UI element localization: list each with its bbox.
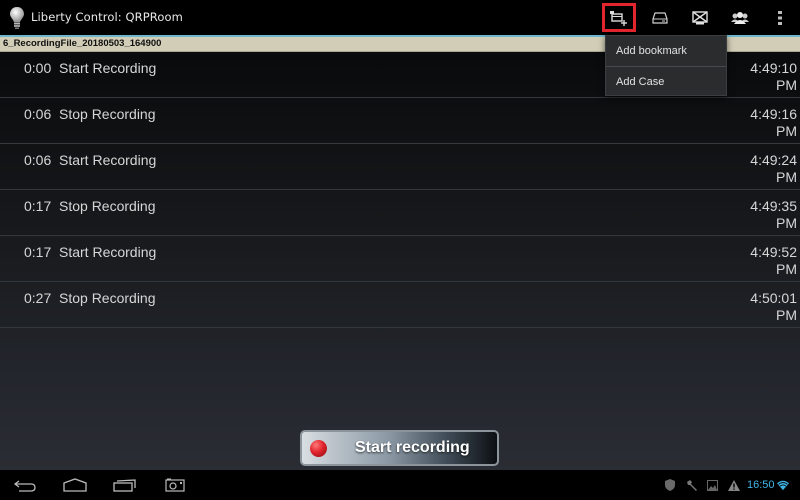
home-button[interactable]	[58, 475, 92, 497]
event-clock: 4:50:01	[750, 290, 797, 306]
event-clock: 4:49:24	[750, 152, 797, 168]
event-time: 4:49:35 PM	[727, 198, 797, 232]
warning-icon[interactable]	[728, 479, 740, 491]
event-clock: 4:49:10	[750, 60, 797, 76]
more-vertical-icon	[778, 10, 782, 25]
event-type: Start Recording	[59, 60, 157, 76]
event-ampm: PM	[776, 215, 797, 231]
event-ampm: PM	[776, 169, 797, 185]
event-clock: 4:49:16	[750, 106, 797, 122]
system-nav-bar: 16:50	[0, 470, 800, 500]
wifi-icon[interactable]	[777, 479, 789, 491]
home-icon	[63, 477, 87, 496]
event-row[interactable]: 0:27 Stop Recording 4:50:01 PM	[0, 282, 800, 328]
screenshot-icon	[165, 477, 185, 496]
menu-item-add-bookmark[interactable]: Add bookmark	[606, 36, 726, 66]
event-ampm: PM	[776, 307, 797, 323]
add-bookmark-menu-button[interactable]	[602, 3, 636, 32]
event-time: 4:50:01 PM	[727, 290, 797, 324]
display-button[interactable]	[683, 3, 717, 32]
event-type: Stop Recording	[59, 198, 156, 214]
recent-apps-button[interactable]	[108, 475, 142, 497]
recording-file-name: 6_RecordingFile_20180503_164900	[3, 38, 162, 49]
event-row[interactable]: 0:17 Start Recording 4:49:52 PM	[0, 236, 800, 282]
event-clock: 4:49:52	[750, 244, 797, 260]
recent-apps-icon	[113, 477, 137, 496]
start-recording-button[interactable]: Start recording	[300, 430, 499, 466]
lightbulb-icon[interactable]	[9, 6, 25, 30]
event-clock: 4:49:35	[750, 198, 797, 214]
storage-button[interactable]	[643, 3, 677, 32]
event-ampm: PM	[776, 77, 797, 93]
start-recording-label: Start recording	[355, 439, 470, 456]
screenshot-button[interactable]	[158, 475, 192, 497]
image-icon[interactable]	[706, 479, 718, 491]
event-type: Start Recording	[59, 244, 157, 260]
wrench-icon[interactable]	[686, 479, 698, 491]
overflow-menu-button[interactable]	[763, 3, 797, 32]
event-row[interactable]: 0:06 Stop Recording 4:49:16 PM	[0, 98, 800, 144]
event-ampm: PM	[776, 261, 797, 277]
action-bar: Liberty Control: QRPRoom	[0, 0, 800, 35]
event-type: Start Recording	[59, 152, 157, 168]
shield-icon[interactable]	[664, 479, 676, 491]
event-offset: 0:17	[24, 198, 52, 214]
event-offset: 0:27	[24, 290, 52, 306]
monitor-cross-icon	[692, 10, 708, 25]
hard-drive-icon	[652, 11, 668, 25]
event-row[interactable]: 0:06 Start Recording 4:49:24 PM	[0, 144, 800, 190]
add-layer-icon	[609, 9, 629, 27]
dropdown-menu: Add bookmark Add Case	[605, 35, 727, 96]
event-time: 4:49:16 PM	[727, 106, 797, 140]
event-offset: 0:17	[24, 244, 52, 260]
event-time: 4:49:10 PM	[727, 60, 797, 94]
event-offset: 0:06	[24, 106, 52, 122]
back-button[interactable]	[8, 475, 42, 497]
status-clock[interactable]: 16:50	[747, 479, 775, 491]
menu-item-add-case[interactable]: Add Case	[606, 66, 726, 96]
event-time: 4:49:24 PM	[727, 152, 797, 186]
app-title: Liberty Control: QRPRoom	[31, 10, 183, 24]
event-list[interactable]: 0:00 Start Recording 4:49:10 PM 0:06 Stop…	[0, 52, 800, 470]
event-ampm: PM	[776, 123, 797, 139]
event-type: Stop Recording	[59, 106, 156, 122]
participants-button[interactable]	[723, 3, 757, 32]
record-indicator-icon	[310, 440, 327, 457]
event-offset: 0:06	[24, 152, 52, 168]
back-icon	[13, 477, 37, 496]
people-group-icon	[730, 11, 750, 25]
event-time: 4:49:52 PM	[727, 244, 797, 278]
event-type: Stop Recording	[59, 290, 156, 306]
event-offset: 0:00	[24, 60, 52, 76]
event-row[interactable]: 0:17 Stop Recording 4:49:35 PM	[0, 190, 800, 236]
